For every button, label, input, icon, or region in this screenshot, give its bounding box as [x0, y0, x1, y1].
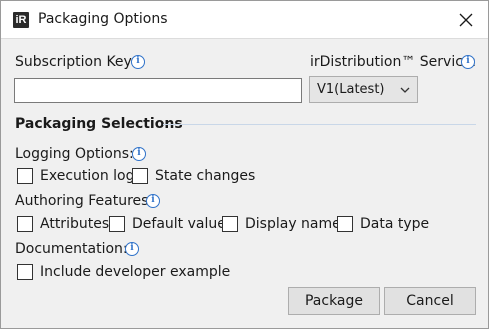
subscription-key-label: Subscription Key: — [15, 54, 136, 70]
attributes-checkbox[interactable] — [17, 216, 33, 232]
developer-example-checkbox[interactable] — [17, 264, 33, 280]
subscription-info-icon[interactable]: i — [131, 55, 145, 69]
execution-log-checkbox[interactable] — [17, 168, 33, 184]
authoring-info-icon[interactable]: i — [146, 194, 160, 208]
service-info-icon[interactable]: i — [461, 55, 475, 69]
default-value-label: Default value — [132, 216, 226, 232]
packaging-options-dialog: iR Packaging Options Subscription Key: i… — [0, 0, 489, 329]
service-selected-value: V1(Latest) — [317, 82, 385, 97]
cancel-button[interactable]: Cancel — [384, 287, 476, 315]
documentation-info-icon[interactable]: i — [125, 242, 139, 256]
state-changes-label: State changes — [155, 168, 256, 184]
chevron-down-icon — [400, 87, 410, 93]
state-changes-checkbox[interactable] — [132, 168, 148, 184]
attributes-label: Attributes — [40, 216, 110, 232]
close-button[interactable] — [453, 7, 479, 33]
developer-example-label: Include developer example — [40, 264, 231, 280]
service-version-select[interactable]: V1(Latest) — [309, 76, 418, 103]
service-label: irDistribution™ Service: — [310, 54, 477, 70]
app-logo-icon: iR — [13, 12, 29, 28]
packaging-selections-heading: Packaging Selections — [15, 116, 183, 132]
window-title: Packaging Options — [38, 11, 168, 27]
close-icon — [459, 13, 473, 27]
authoring-features-label: Authoring Features: — [15, 193, 154, 209]
display-name-checkbox[interactable] — [222, 216, 238, 232]
default-value-checkbox[interactable] — [109, 216, 125, 232]
subscription-key-input[interactable] — [14, 78, 302, 103]
display-name-label: Display name — [245, 216, 341, 232]
package-button[interactable]: Package — [288, 287, 380, 315]
logging-info-icon[interactable]: i — [132, 147, 146, 161]
documentation-label: Documentation: — [15, 241, 128, 257]
logging-options-label: Logging Options: — [15, 146, 134, 162]
title-bar: iR Packaging Options — [1, 1, 488, 39]
data-type-label: Data type — [360, 216, 430, 232]
execution-log-label: Execution log — [40, 168, 135, 184]
data-type-checkbox[interactable] — [337, 216, 353, 232]
section-divider — [163, 124, 476, 125]
